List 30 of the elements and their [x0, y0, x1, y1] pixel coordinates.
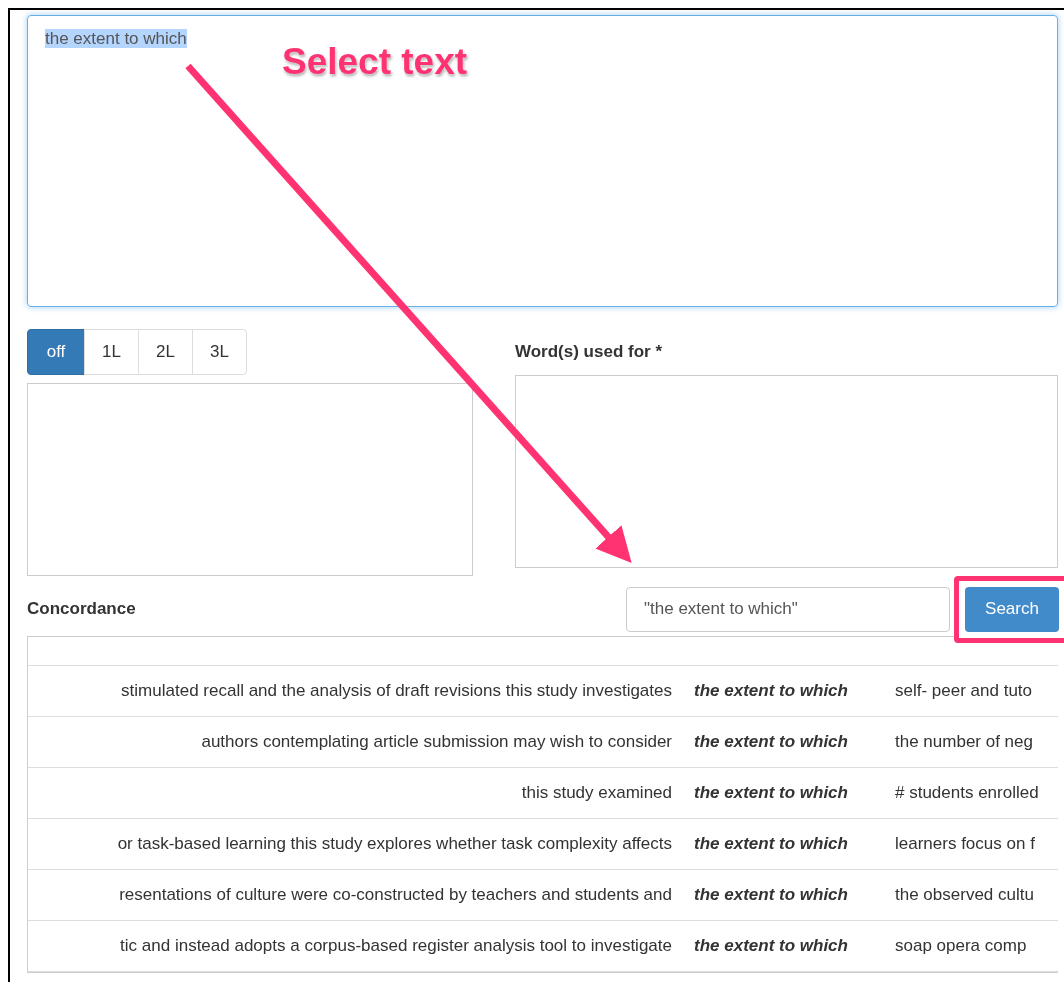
left-context: resentations of culture were co-constructed by teachers and students and — [119, 885, 672, 905]
keyword: the extent to which — [694, 681, 848, 701]
left-context: this study examined — [521, 783, 672, 803]
level-tab[interactable]: off — [27, 329, 85, 375]
level-tab[interactable]: 3L — [192, 329, 247, 375]
search-field[interactable]: "the extent to which" — [626, 586, 950, 632]
right-context: learners focus on f — [895, 833, 1035, 856]
right-context: self- peer and tuto — [895, 680, 1033, 703]
left-context: or task-based learning this study explores whether task complexity affects — [117, 834, 672, 854]
left-context: stimulated recall and the analysis of draft revisions this study investigates — [121, 681, 672, 701]
keyword: the extent to which — [694, 936, 848, 956]
search-button[interactable]: Search — [965, 586, 1059, 632]
field-label: Word(s) used for * — [515, 341, 664, 364]
keyword: the extent to which — [694, 783, 848, 803]
level-text-area[interactable] — [27, 383, 473, 576]
keyword: the extent to which — [694, 834, 848, 854]
right-context: the observed cultu — [895, 884, 1034, 907]
right-context: soap opera comp — [895, 935, 1027, 958]
keyword: the extent to which — [694, 885, 848, 905]
left-context: tic and instead adopts a corpus-based register analysis tool to investigate — [120, 936, 672, 956]
section-title: Concordance — [27, 598, 136, 621]
words-text-area[interactable] — [515, 375, 1058, 568]
keyword: the extent to which — [694, 732, 848, 752]
right-context: the number of neg — [895, 731, 1033, 754]
selected-query-text: the extent to which — [45, 29, 187, 48]
level-tab[interactable]: 2L — [138, 329, 193, 375]
left-context: authors contemplating article submission may wish to consider — [201, 732, 672, 752]
annotation-label: Select text — [282, 40, 468, 84]
right-context: # students enrolled — [895, 782, 1039, 805]
level-tab[interactable]: 1L — [84, 329, 139, 375]
